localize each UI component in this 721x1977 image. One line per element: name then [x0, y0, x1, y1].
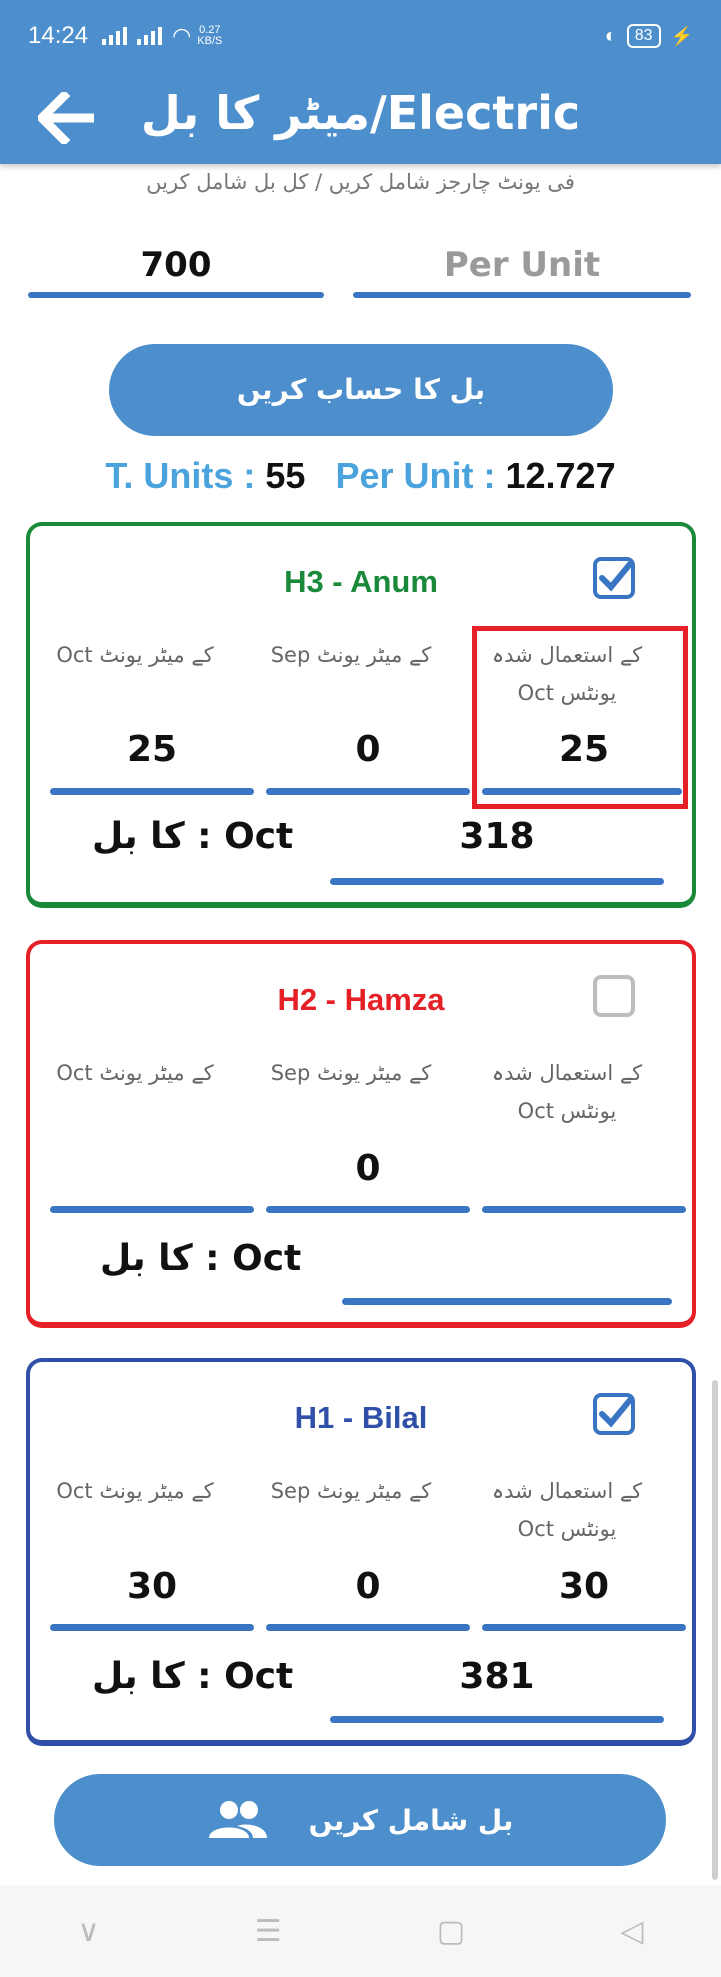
signal-icon [137, 27, 163, 45]
bill-label: کا بل : Oct [92, 1656, 294, 1697]
system-nav-bar: ∨ ☰ ▢ ◁ [0, 1885, 721, 1977]
previous-meter-label: کے میٹر یونٹ Sep [270, 643, 432, 667]
wifi-icon: ◠ [172, 23, 192, 48]
input-underline [50, 1624, 254, 1631]
dnd-icon: ◐ [604, 24, 617, 47]
status-time: 14:24 [28, 22, 89, 49]
app-bar: میٹر کا بل/Electric [0, 72, 721, 164]
checkbox-checked-icon[interactable] [592, 556, 636, 600]
highlight-box [472, 626, 688, 809]
group-icon [208, 1801, 267, 1838]
add-bill-label: بل شامل کریں [308, 1803, 514, 1837]
checkbox-checked-icon[interactable] [592, 1392, 636, 1436]
bill-underline [330, 878, 664, 885]
house-card-h2: H2 - Hamza کے میٹر یونٹ Oct کے میٹر یونٹ… [26, 940, 696, 1328]
used-units-label: کے استعمال شدہ یونٹس Oct [491, 1061, 643, 1123]
bill-underline [330, 1716, 664, 1723]
input-underline [266, 1206, 470, 1213]
bill-label: کا بل : Oct [92, 816, 294, 857]
per-unit-input[interactable]: Per Unit [353, 232, 691, 298]
calculate-bill-button[interactable]: بل کا حساب کریں [109, 344, 613, 436]
chevron-down-icon[interactable]: ∨ [78, 1914, 100, 1949]
input-underline [266, 788, 470, 795]
input-underline [482, 1206, 686, 1213]
page-title: میٹر کا بل/Electric [140, 86, 581, 140]
house-card-h1: H1 - Bilal کے میٹر یونٹ Oct کے میٹر یونٹ… [26, 1358, 696, 1746]
bill-label: کا بل : Oct [100, 1238, 302, 1279]
signal-icon [102, 27, 128, 45]
current-meter-label: کے میٹر یونٹ Oct [56, 643, 214, 667]
previous-meter-input[interactable]: 0 [266, 1148, 470, 1189]
network-speed: 0.27 KB/S [197, 24, 223, 47]
back-icon[interactable]: ◁ [620, 1914, 643, 1949]
scrollbar[interactable] [712, 1380, 718, 1880]
instruction-text: فی یونٹ چارجز شامل کریں / کل بل شامل کری… [146, 170, 575, 194]
bill-amount: 381 [459, 1656, 535, 1697]
used-units-value: 30 [558, 1566, 610, 1607]
input-underline [266, 1624, 470, 1631]
input-underline [482, 1624, 686, 1631]
previous-meter-label: کے میٹر یونٹ Sep [270, 1061, 432, 1085]
current-meter-label: کے میٹر یونٹ Oct [56, 1479, 214, 1503]
used-units-label: کے استعمال شدہ یونٹس Oct [491, 1479, 643, 1541]
add-bill-button[interactable]: بل شامل کریں [54, 1774, 666, 1866]
charging-icon: ⚡ [670, 25, 693, 46]
bill-underline [342, 1298, 672, 1305]
bill-amount: 318 [459, 816, 535, 857]
totals-line: T. Units : 55 Per Unit : 12.727 [105, 455, 616, 496]
input-underline [50, 1206, 254, 1213]
checkbox-unchecked-icon[interactable] [592, 974, 636, 1018]
menu-icon[interactable]: ☰ [255, 1914, 282, 1949]
current-meter-input[interactable]: 25 [50, 729, 254, 770]
battery-indicator: 83 [626, 24, 661, 48]
previous-meter-label: کے میٹر یونٹ Sep [270, 1479, 432, 1503]
previous-meter-input[interactable]: 0 [266, 729, 470, 770]
previous-meter-input[interactable]: 0 [266, 1566, 470, 1607]
current-meter-label: کے میٹر یونٹ Oct [56, 1061, 214, 1085]
home-icon[interactable]: ▢ [437, 1914, 465, 1949]
status-bar: 14:24 ◠ 0.27 KB/S ◐ 83 ⚡ [0, 0, 721, 72]
current-meter-input[interactable]: 30 [50, 1566, 254, 1607]
input-underline [50, 788, 254, 795]
total-bill-input[interactable]: 700 [28, 232, 324, 298]
